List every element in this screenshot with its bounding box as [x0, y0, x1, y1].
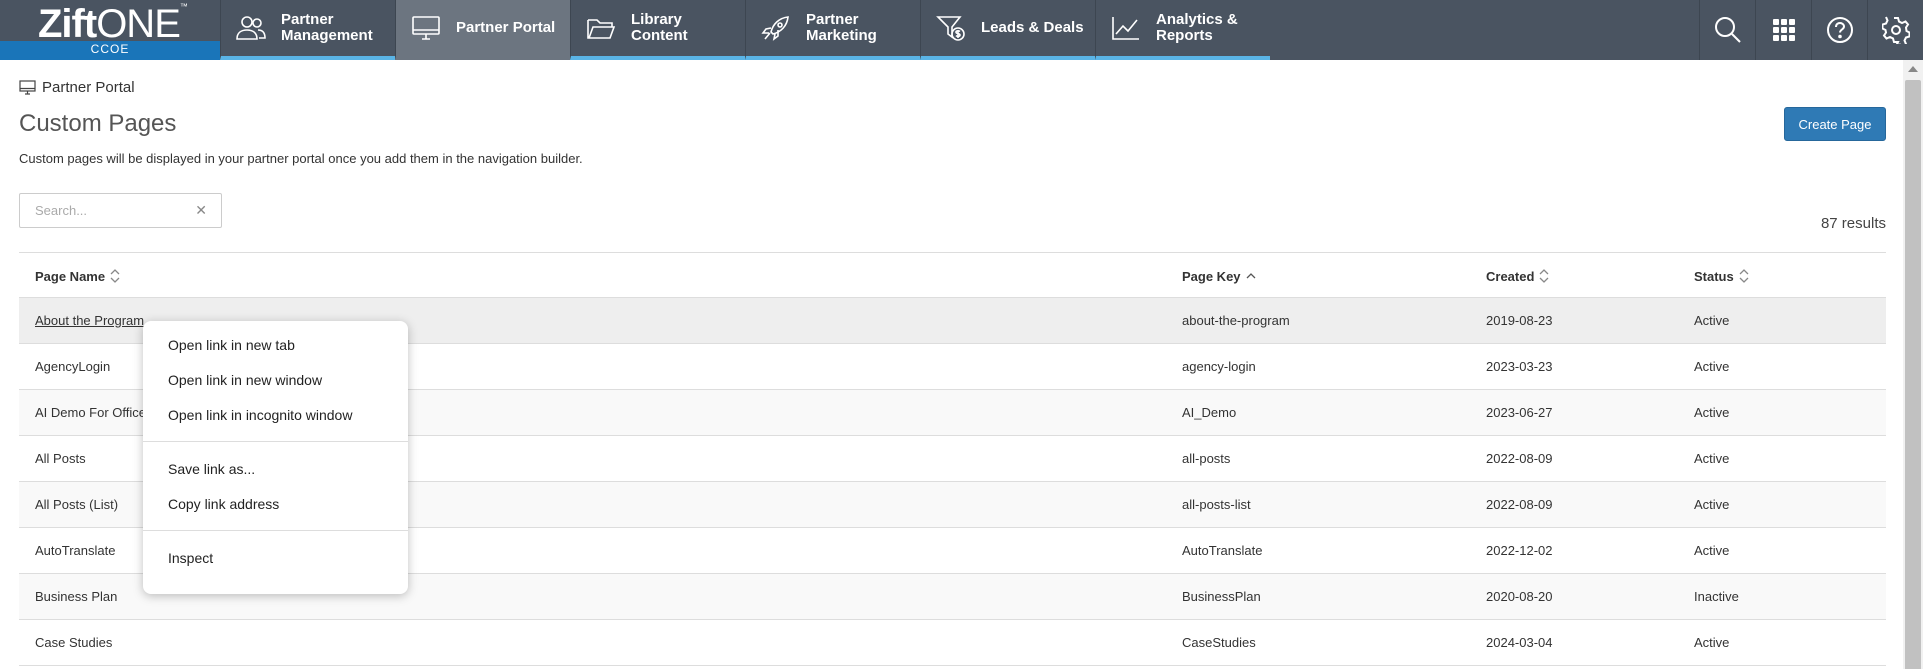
gear-icon[interactable] — [1867, 0, 1923, 60]
menu-open-new-window[interactable]: Open link in new window — [143, 362, 408, 397]
context-menu: Open link in new tab Open link in new wi… — [143, 321, 408, 594]
sort-both-icon — [110, 268, 120, 284]
nav-tab-label: Partner Marketing — [806, 11, 877, 44]
column-header-page-key[interactable]: Page Key — [1182, 268, 1256, 284]
status-cell: Active — [1694, 497, 1730, 512]
created-cell: 2023-06-27 — [1486, 405, 1553, 420]
page-key-cell: all-posts — [1182, 451, 1231, 466]
created-cell: 2022-12-02 — [1486, 543, 1553, 558]
page-name-link[interactable]: All Posts (List) — [35, 497, 118, 512]
column-header-created[interactable]: Created — [1486, 268, 1549, 284]
grid-icon[interactable] — [1755, 0, 1811, 60]
page-name-link[interactable]: All Posts — [35, 451, 86, 466]
menu-save-link-as[interactable]: Save link as... — [143, 451, 408, 486]
nav-utility-icons — [1699, 0, 1923, 60]
status-cell: Active — [1694, 543, 1730, 558]
created-cell: 2022-08-09 — [1486, 497, 1553, 512]
page-description: Custom pages will be displayed in your p… — [19, 151, 583, 166]
column-header-status[interactable]: Status — [1694, 268, 1749, 284]
breadcrumb[interactable]: Partner Portal — [19, 79, 135, 96]
help-icon[interactable] — [1811, 0, 1867, 60]
page-key-cell: AI_Demo — [1182, 405, 1237, 420]
funnel-dollar-icon — [935, 12, 967, 44]
search-icon[interactable] — [1699, 0, 1755, 60]
breadcrumb-label: Partner Portal — [42, 79, 135, 96]
page-key-cell: agency-login — [1182, 359, 1256, 374]
status-cell: Active — [1694, 405, 1730, 420]
page-name-link[interactable]: AI Demo For Office — [35, 405, 146, 420]
nav-tab-leads-deals[interactable]: Leads & Deals — [920, 0, 1095, 60]
nav-tab-label: Partner Portal — [456, 19, 556, 36]
table-header: Page Name Page Key Created Status — [19, 252, 1886, 298]
menu-divider — [143, 441, 408, 442]
page-name-link[interactable]: AgencyLogin — [35, 359, 110, 374]
created-cell: 2022-08-09 — [1486, 451, 1553, 466]
menu-inspect[interactable]: Inspect — [143, 540, 408, 575]
nav-tab-partner-portal[interactable]: Partner Portal — [395, 0, 570, 60]
nav-tab-partner-management[interactable]: Partner Management — [220, 0, 395, 60]
nav-tab-label: Leads & Deals — [981, 19, 1084, 36]
clear-search-icon[interactable]: ✕ — [195, 202, 207, 219]
menu-open-new-tab[interactable]: Open link in new tab — [143, 327, 408, 362]
top-navigation: ZiftONE™ CCOE Partner Management Partner… — [0, 0, 1923, 60]
rocket-icon — [760, 12, 792, 44]
column-header-page-name[interactable]: Page Name — [35, 268, 120, 284]
sort-ascending-icon — [1246, 268, 1256, 284]
search-input[interactable] — [35, 203, 185, 218]
monitor-icon — [410, 12, 442, 44]
create-page-button[interactable]: Create Page — [1784, 107, 1886, 141]
menu-open-incognito[interactable]: Open link in incognito window — [143, 397, 408, 432]
status-cell: Active — [1694, 451, 1730, 466]
table-row[interactable]: Case Studies CaseStudies 2024-03-04 Acti… — [19, 620, 1886, 666]
folder-icon — [585, 12, 617, 44]
scrollbar-thumb[interactable] — [1905, 80, 1921, 669]
logo-subtitle: CCOE — [0, 41, 220, 57]
menu-divider — [143, 530, 408, 531]
results-count: 87 results — [1820, 215, 1886, 232]
created-cell: 2024-03-04 — [1486, 635, 1553, 650]
created-cell: 2020-08-20 — [1486, 589, 1553, 604]
nav-tab-analytics-reports[interactable]: Analytics & Reports — [1095, 0, 1270, 60]
page-title: Custom Pages — [19, 110, 177, 137]
status-cell: Active — [1694, 635, 1730, 650]
scroll-up-arrow-icon[interactable] — [1908, 66, 1918, 72]
nav-tab-library-content[interactable]: Library Content — [570, 0, 745, 60]
page-name-link[interactable]: Case Studies — [35, 635, 112, 650]
people-icon — [235, 12, 267, 44]
nav-tabs: Partner Management Partner Portal Librar… — [220, 0, 1270, 60]
search-box: ✕ — [19, 193, 222, 228]
created-cell: 2019-08-23 — [1486, 313, 1553, 328]
status-cell: Inactive — [1694, 589, 1739, 604]
page-key-cell: BusinessPlan — [1182, 589, 1261, 604]
page-key-cell: CaseStudies — [1182, 635, 1256, 650]
menu-copy-link-address[interactable]: Copy link address — [143, 486, 408, 521]
vertical-scrollbar[interactable] — [1903, 60, 1923, 669]
status-cell: Active — [1694, 359, 1730, 374]
page-key-cell: AutoTranslate — [1182, 543, 1263, 558]
line-chart-icon — [1110, 12, 1142, 44]
page-key-cell: all-posts-list — [1182, 497, 1251, 512]
nav-tab-partner-marketing[interactable]: Partner Marketing — [745, 0, 920, 60]
zift-one-logo[interactable]: ZiftONE™ CCOE — [0, 0, 220, 60]
nav-tab-label: Library Content — [631, 11, 688, 44]
page-key-cell: about-the-program — [1182, 313, 1290, 328]
page-name-link[interactable]: Business Plan — [35, 589, 117, 604]
sort-both-icon — [1739, 268, 1749, 284]
created-cell: 2023-03-23 — [1486, 359, 1553, 374]
sort-both-icon — [1539, 268, 1549, 284]
nav-tab-label: Analytics & Reports — [1156, 11, 1238, 44]
status-cell: Active — [1694, 313, 1730, 328]
nav-tab-label: Partner Management — [281, 11, 373, 44]
page-name-link[interactable]: AutoTranslate — [35, 543, 115, 558]
monitor-icon — [19, 80, 36, 95]
page-name-link[interactable]: About the Program — [35, 313, 144, 328]
